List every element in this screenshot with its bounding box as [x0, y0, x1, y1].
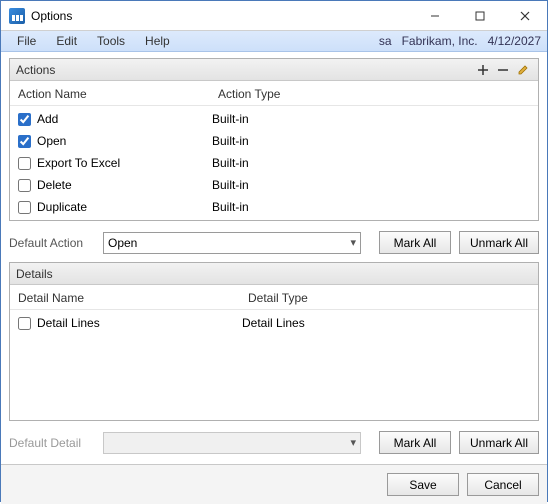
row-checkbox[interactable] — [18, 201, 31, 214]
table-row[interactable]: Open Built-in — [10, 130, 538, 152]
chevron-down-icon: ▾ — [350, 436, 356, 449]
titlebar: Options — [1, 1, 547, 31]
row-type: Built-in — [212, 112, 530, 126]
actions-mark-all-label: Mark All — [394, 236, 437, 250]
row-checkbox[interactable] — [18, 317, 31, 330]
chevron-down-icon: ▾ — [350, 236, 356, 249]
cancel-label: Cancel — [484, 478, 521, 492]
details-grid-body: Detail Lines Detail Lines — [10, 310, 538, 420]
row-name: Export To Excel — [37, 156, 120, 170]
plus-icon — [477, 64, 489, 76]
menubar: File Edit Tools Help sa Fabrikam, Inc. 4… — [1, 31, 547, 52]
actions-mark-all-button[interactable]: Mark All — [379, 231, 451, 254]
actions-unmark-all-label: Unmark All — [470, 236, 528, 250]
default-action-combo[interactable]: Open ▾ — [103, 232, 361, 254]
details-panel-header: Details — [10, 263, 538, 285]
details-unmark-all-label: Unmark All — [470, 436, 528, 450]
actions-grid-body: Add Built-in Open Built-in Export To Excel Bu… — [10, 106, 538, 220]
status-user: sa — [379, 34, 392, 48]
actions-panel-title: Actions — [16, 63, 55, 77]
menu-help[interactable]: Help — [135, 31, 180, 51]
actions-grid-header: Action Name Action Type — [10, 81, 538, 106]
table-row[interactable]: Add Built-in — [10, 108, 538, 130]
row-name: Add — [37, 112, 58, 126]
row-type: Built-in — [212, 156, 530, 170]
actions-panel: Actions Action Name Action Type Add Built… — [9, 58, 539, 221]
window-title: Options — [31, 9, 72, 23]
table-row[interactable]: Export To Excel Built-in — [10, 152, 538, 174]
minus-icon — [497, 64, 509, 76]
default-action-label: Default Action — [9, 236, 95, 250]
remove-action-button[interactable] — [494, 61, 512, 79]
row-checkbox[interactable] — [18, 135, 31, 148]
close-button[interactable] — [502, 1, 547, 30]
maximize-icon — [475, 11, 485, 21]
pencil-icon — [517, 64, 529, 76]
row-checkbox[interactable] — [18, 179, 31, 192]
details-panel: Details Detail Name Detail Type Detail L… — [9, 262, 539, 421]
row-type: Detail Lines — [242, 316, 530, 330]
row-checkbox[interactable] — [18, 113, 31, 126]
table-row[interactable]: Detail Lines Detail Lines — [10, 312, 538, 334]
row-type: Built-in — [212, 178, 530, 192]
default-detail-label: Default Detail — [9, 436, 95, 450]
actions-panel-header: Actions — [10, 59, 538, 81]
row-type: Built-in — [212, 134, 530, 148]
menu-file[interactable]: File — [7, 31, 46, 51]
app-icon — [9, 8, 25, 24]
menu-edit[interactable]: Edit — [46, 31, 87, 51]
row-checkbox[interactable] — [18, 157, 31, 170]
actions-controls: Default Action Open ▾ Mark All Unmark Al… — [9, 227, 539, 256]
row-name: Detail Lines — [37, 316, 100, 330]
details-col-name: Detail Name — [18, 291, 248, 305]
footer: Save Cancel — [1, 464, 547, 504]
status-company: Fabrikam, Inc. — [402, 34, 478, 48]
row-name: Duplicate — [37, 200, 87, 214]
menu-tools[interactable]: Tools — [87, 31, 135, 51]
details-controls: Default Detail ▾ Mark All Unmark All — [9, 427, 539, 456]
actions-unmark-all-button[interactable]: Unmark All — [459, 231, 539, 254]
table-row[interactable]: Duplicate Built-in — [10, 196, 538, 218]
edit-action-button[interactable] — [514, 61, 532, 79]
cancel-button[interactable]: Cancel — [467, 473, 539, 496]
details-grid-header: Detail Name Detail Type — [10, 285, 538, 310]
table-row[interactable]: Delete Built-in — [10, 174, 538, 196]
row-type: Built-in — [212, 200, 530, 214]
save-label: Save — [409, 478, 436, 492]
row-name: Open — [37, 134, 66, 148]
save-button[interactable]: Save — [387, 473, 459, 496]
actions-col-type: Action Type — [218, 87, 530, 101]
details-unmark-all-button[interactable]: Unmark All — [459, 431, 539, 454]
maximize-button[interactable] — [457, 1, 502, 30]
details-mark-all-button[interactable]: Mark All — [379, 431, 451, 454]
minimize-icon — [430, 11, 440, 21]
close-icon — [520, 11, 530, 21]
status-date: 4/12/2027 — [488, 34, 541, 48]
default-action-value: Open — [108, 236, 137, 250]
details-mark-all-label: Mark All — [394, 436, 437, 450]
details-col-type: Detail Type — [248, 291, 530, 305]
minimize-button[interactable] — [412, 1, 457, 30]
options-window: Options File Edit Tools Help sa Fabrikam… — [0, 0, 548, 502]
actions-col-name: Action Name — [18, 87, 218, 101]
details-panel-title: Details — [16, 267, 53, 281]
row-name: Delete — [37, 178, 72, 192]
add-action-button[interactable] — [474, 61, 492, 79]
default-detail-combo: ▾ — [103, 432, 361, 454]
